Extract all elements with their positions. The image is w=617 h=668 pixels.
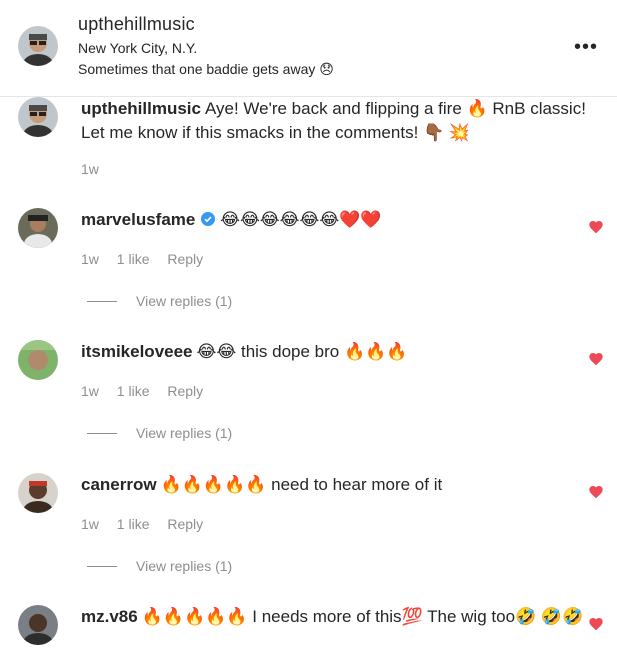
like-heart-icon[interactable] [588,616,604,632]
comment-text: marvelusfame 😂😂😂😂😂😂❤️❤️ [81,208,603,232]
comment-body: 🔥🔥🔥🔥🔥 need to hear more of it [160,475,443,494]
caption-time[interactable]: 1w [81,161,99,177]
post-location[interactable]: New York City, N.Y. [78,40,197,56]
comment-avatar[interactable] [18,473,58,513]
replies-divider [87,300,117,302]
reply-button[interactable]: Reply [167,516,203,532]
comment-time[interactable]: 1w [81,516,99,532]
comment-username[interactable]: itsmikeloveee [81,342,193,361]
comment-meta: 1w 1 like Reply [81,383,217,399]
reply-button[interactable]: Reply [167,383,203,399]
view-replies-label[interactable]: View replies (1) [136,293,232,309]
comment-avatar[interactable] [18,208,58,248]
comment-time[interactable]: 1w [81,383,99,399]
caption-meta: 1w [81,161,113,177]
comment-username[interactable]: mz.v86 [81,607,138,626]
comment-meta: 1w 1 like Reply [81,516,217,532]
comment-time[interactable]: 1w [81,251,99,267]
post-subtitle: Sometimes that one baddie gets away 😞 [78,61,334,77]
comment-likes[interactable]: 1 like [117,251,150,267]
reply-button[interactable]: Reply [167,251,203,267]
comment-item: marvelusfame 😂😂😂😂😂😂❤️❤️ 1w 1 like Reply … [0,208,617,318]
view-replies-button[interactable]: View replies (1) [87,558,232,574]
comment-meta: 1w 1 like Reply [81,251,217,267]
comment-avatar[interactable] [18,605,58,645]
post-header: upthehillmusic New York City, N.Y. Somet… [0,0,617,97]
caption-text: upthehillmusic Aye! We're back and flippi… [81,97,603,145]
comment-item: canerrow 🔥🔥🔥🔥🔥 need to hear more of it 1w… [0,473,617,583]
comment-body: 🔥🔥🔥🔥🔥 I needs more of this💯 The wig too🤣… [141,607,584,626]
replies-divider [87,432,117,434]
comment-text: itsmikeloveee 😂😂 this dope bro 🔥🔥🔥 [81,340,603,364]
like-heart-icon[interactable] [588,351,604,367]
comment-body: 😂😂 this dope bro 🔥🔥🔥 [196,342,408,361]
comment-likes[interactable]: 1 like [117,383,150,399]
comment-text: canerrow 🔥🔥🔥🔥🔥 need to hear more of it [81,473,603,497]
like-heart-icon[interactable] [588,484,604,500]
like-heart-icon[interactable] [588,219,604,235]
comment-body: 😂😂😂😂😂😂❤️❤️ [220,210,382,229]
author-username[interactable]: upthehillmusic [78,14,195,35]
replies-divider [87,565,117,567]
caption: upthehillmusic Aye! We're back and flippi… [0,97,617,187]
view-replies-label[interactable]: View replies (1) [136,425,232,441]
comment-text: mz.v86 🔥🔥🔥🔥🔥 I needs more of this💯 The wi… [81,605,603,629]
comment-item: mz.v86 🔥🔥🔥🔥🔥 I needs more of this💯 The wi… [0,605,617,668]
view-replies-button[interactable]: View replies (1) [87,425,232,441]
comment-likes[interactable]: 1 like [117,516,150,532]
view-replies-button[interactable]: View replies (1) [87,293,232,309]
caption-username[interactable]: upthehillmusic [81,99,201,118]
comment-username[interactable]: canerrow [81,475,157,494]
author-avatar[interactable] [18,26,58,66]
view-replies-label[interactable]: View replies (1) [136,558,232,574]
comment-item: itsmikeloveee 😂😂 this dope bro 🔥🔥🔥 1w 1 l… [0,340,617,450]
verified-icon [201,212,216,226]
caption-avatar[interactable] [18,97,58,137]
comment-avatar[interactable] [18,340,58,380]
comment-username[interactable]: marvelusfame [81,210,195,229]
more-options-icon[interactable]: ••• [574,36,598,59]
